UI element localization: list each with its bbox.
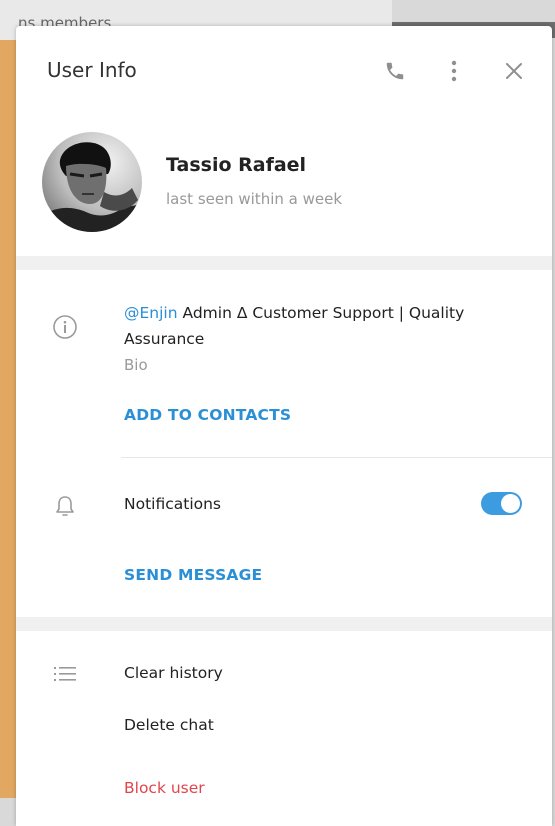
toggle-knob: [501, 494, 520, 513]
profile-section: Tassio Rafael last seen within a week: [16, 116, 552, 256]
divider: [121, 457, 552, 458]
panel-header: User Info: [16, 26, 552, 116]
close-icon: [506, 63, 522, 79]
bio-text: @Enjin Admin Δ Customer Support | Qualit…: [124, 300, 524, 352]
notifications-label: Notifications: [124, 495, 222, 513]
clear-history-button[interactable]: Clear history: [124, 664, 223, 682]
user-info-panel: User Info Tassio Rafael last seen within…: [16, 26, 552, 826]
more-vertical-icon: [451, 60, 457, 82]
close-button[interactable]: [499, 56, 529, 86]
more-options-button[interactable]: [439, 56, 469, 86]
list-icon: [54, 667, 76, 681]
bio-mention-link[interactable]: @Enjin: [124, 304, 178, 322]
add-to-contacts-button[interactable]: ADD TO CONTACTS: [124, 406, 291, 424]
info-icon: [53, 315, 77, 339]
bell-icon: [56, 496, 74, 516]
block-user-button[interactable]: Block user: [124, 779, 205, 797]
bio-label: Bio: [124, 356, 148, 374]
delete-chat-button[interactable]: Delete chat: [124, 716, 214, 734]
notifications-toggle[interactable]: [481, 492, 522, 515]
user-name: Tassio Rafael: [166, 154, 307, 176]
avatar[interactable]: [42, 132, 142, 232]
phone-icon: [386, 62, 404, 80]
last-seen-status: last seen within a week: [166, 190, 343, 208]
phone-call-button[interactable]: [380, 56, 410, 86]
send-message-button[interactable]: SEND MESSAGE: [124, 566, 262, 584]
section-separator: [16, 256, 552, 270]
panel-title: User Info: [47, 58, 137, 82]
section-separator: [16, 617, 552, 631]
